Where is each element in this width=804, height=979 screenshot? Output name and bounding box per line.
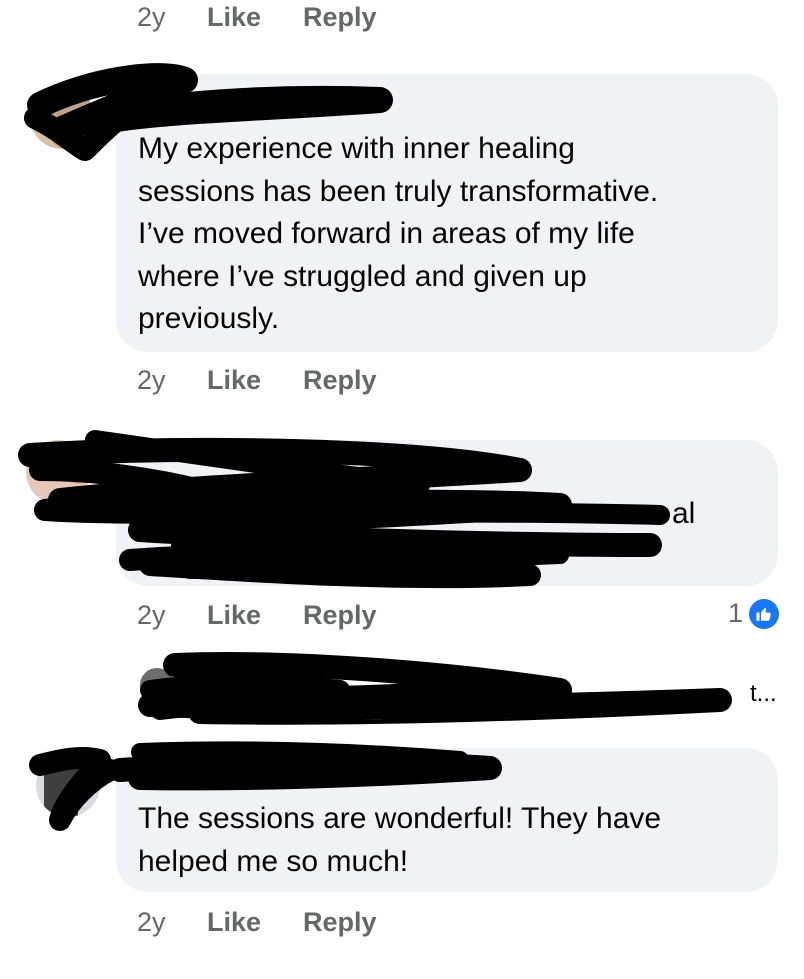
like-button[interactable]: Like: [207, 2, 303, 33]
reaction-count: 1: [728, 598, 744, 628]
comment-text: The sessions are wonderful! They have he…: [138, 802, 662, 878]
comment-age: 2y: [137, 600, 166, 630]
comment-actions-0: 2y Like Reply: [137, 2, 377, 33]
comment-fragment-b: al: [672, 497, 696, 530]
redaction-scribble: [138, 652, 732, 725]
thumbs-up-icon: [749, 598, 780, 629]
comment-age: 2y: [137, 907, 166, 937]
avatar[interactable]: [140, 668, 174, 702]
redaction-scribble: [140, 674, 350, 720]
like-button[interactable]: Like: [207, 600, 303, 631]
reply-preview[interactable]: t...: [750, 680, 777, 708]
reaction-summary[interactable]: 1: [728, 598, 780, 629]
like-button[interactable]: Like: [207, 365, 303, 396]
comment-actions-4: 2y Like Reply: [137, 907, 377, 938]
avatar[interactable]: [26, 440, 90, 504]
comment-actions-1: 2y Like Reply: [137, 365, 377, 396]
reply-button[interactable]: Reply: [303, 365, 377, 396]
comment-age: 2y: [137, 2, 166, 32]
like-button[interactable]: Like: [207, 907, 303, 938]
reply-button[interactable]: Reply: [303, 600, 377, 631]
reply-button[interactable]: Reply: [303, 907, 377, 938]
comment-fragment-a: Ca: [137, 497, 176, 530]
comment-text: My experience with inner healing session…: [138, 132, 659, 335]
avatar[interactable]: [36, 753, 100, 817]
comment-actions-2: 2y Like Reply: [137, 600, 377, 631]
comment-age: 2y: [137, 365, 166, 395]
reply-button[interactable]: Reply: [303, 2, 377, 33]
avatar[interactable]: [30, 85, 94, 149]
